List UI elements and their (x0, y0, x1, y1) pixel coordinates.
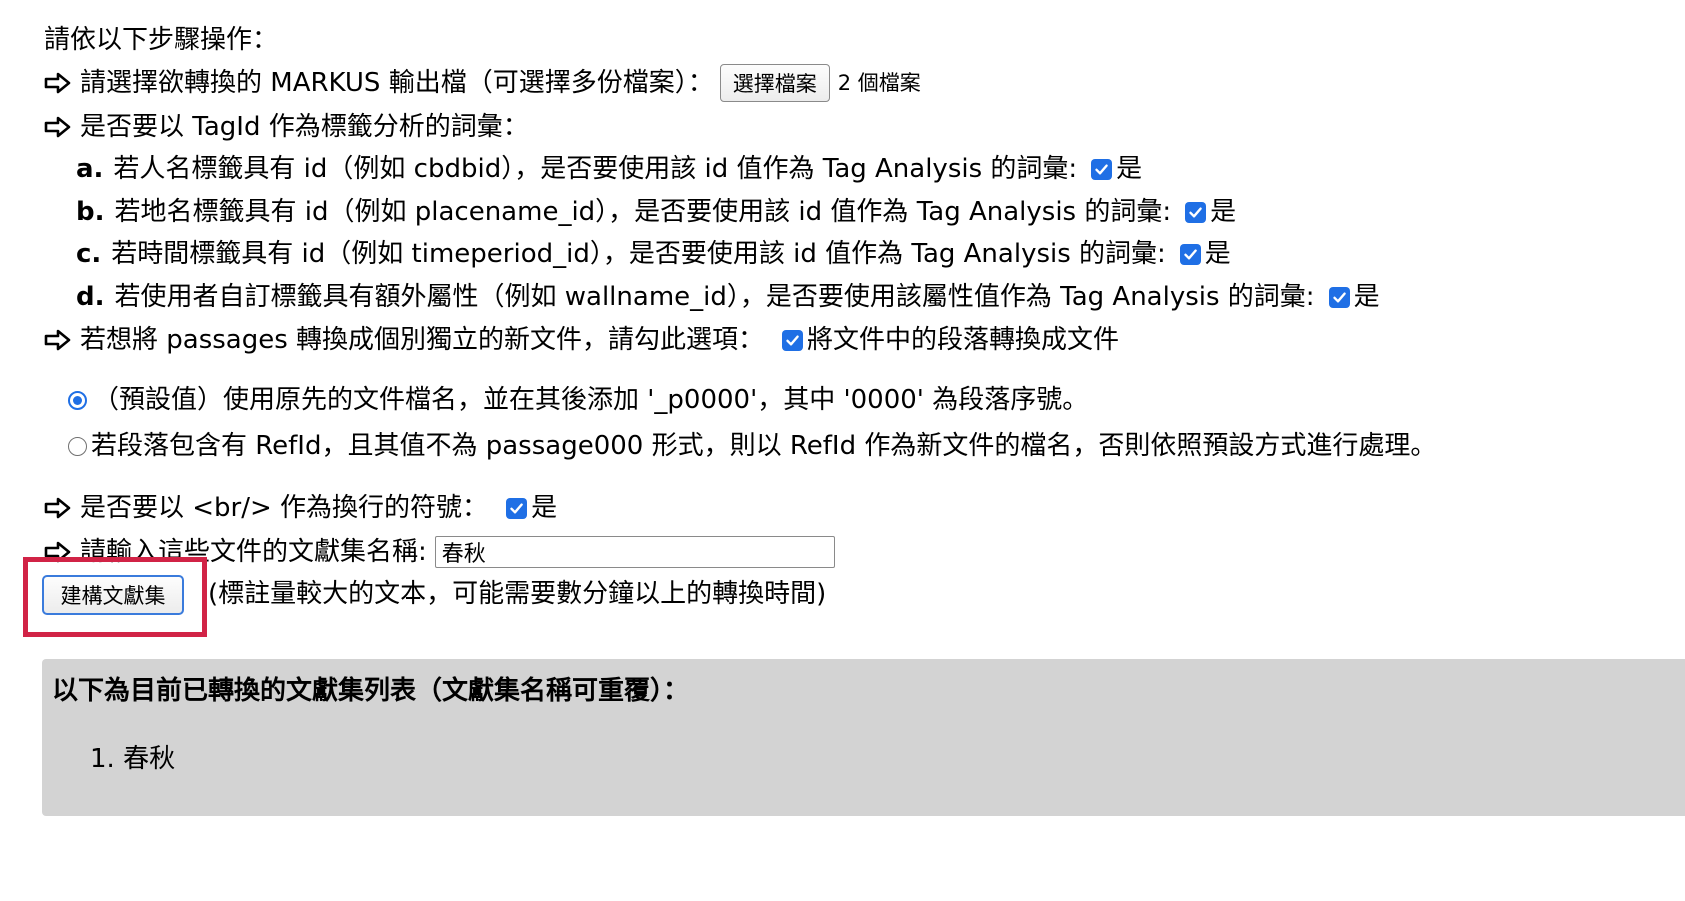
tagid-c-checkbox[interactable] (1179, 243, 1201, 265)
collection-name-input[interactable] (434, 536, 835, 568)
passages-label: 若想將 passages 轉換成個別獨立的新文件，請勾此選項： (80, 325, 765, 355)
choose-files-button[interactable]: 選擇檔案 (719, 64, 830, 102)
arrow-right-icon (44, 328, 72, 352)
option-key: b. (76, 197, 105, 227)
br-checkbox-label: 是 (531, 493, 558, 523)
instructions-heading-text: 請依以下步驟操作： (44, 25, 279, 55)
collection-list: 1. 春秋 (90, 741, 175, 777)
step-collection-name: 請輸入這些文件的文獻集名稱: (44, 534, 835, 570)
option-text: 若地名標籤具有 id（例如 placename_id），是否要使用該 id 值作… (114, 197, 1172, 227)
option-text: 若時間標籤具有 id（例如 timeperiod_id），是否要使用該 id 值… (111, 239, 1166, 269)
step-tagid: 是否要以 TagId 作為標籤分析的詞彙： (44, 109, 529, 145)
passages-checkbox[interactable] (782, 329, 804, 351)
checkbox-label: 是 (1116, 154, 1143, 184)
tagid-a-checkbox[interactable] (1091, 158, 1113, 180)
naming-option-text: （預設值）使用原先的文件檔名，並在其後添加 '_p0000'，其中 '0000'… (93, 385, 1089, 415)
step-br: 是否要以 <br/> 作為換行的符號： 是 (44, 490, 557, 526)
tagid-label: 是否要以 TagId 作為標籤分析的詞彙： (80, 112, 529, 142)
collection-list-title: 以下為目前已轉換的文獻集列表（文獻集名稱可重覆）： (52, 676, 690, 706)
br-label: 是否要以 <br/> 作為換行的符號： (80, 493, 489, 523)
naming-refid-radio[interactable] (68, 436, 87, 456)
checkbox-label: 是 (1204, 239, 1231, 269)
tagid-b-checkbox[interactable] (1185, 201, 1207, 223)
arrow-right-icon (44, 71, 72, 95)
naming-option-refid: 若段落包含有 RefId，且其值不為 passage000 形式，則以 RefI… (68, 428, 1436, 464)
naming-default-radio[interactable] (68, 390, 87, 410)
step-passages: 若想將 passages 轉換成個別獨立的新文件，請勾此選項： 將文件中的段落轉… (44, 322, 1119, 358)
br-checkbox[interactable] (506, 497, 528, 519)
build-note: (標註量較大的文本，可能需要數分鐘以上的轉換時間) (208, 579, 827, 609)
arrow-right-icon (44, 540, 72, 564)
collection-list-panel: 以下為目前已轉換的文獻集列表（文獻集名稱可重覆）： 1. 春秋 (42, 659, 1685, 816)
checkbox-label: 是 (1210, 197, 1237, 227)
arrow-right-icon (44, 496, 72, 520)
option-key: c. (76, 239, 102, 269)
collection-name-label: 請輸入這些文件的文獻集名稱: (80, 537, 427, 567)
checkbox-label: 是 (1353, 282, 1380, 312)
file-select-label: 請選擇欲轉換的 MARKUS 輸出檔（可選擇多份檔案）： (80, 68, 714, 98)
naming-option-text: 若段落包含有 RefId，且其值不為 passage000 形式，則以 RefI… (91, 431, 1437, 461)
naming-option-default: （預設值）使用原先的文件檔名，並在其後添加 '_p0000'，其中 '0000'… (68, 382, 1088, 418)
tagid-option-d: d. 若使用者自訂標籤具有額外屬性（例如 wallname_id），是否要使用該… (76, 279, 1380, 315)
list-item[interactable]: 1. 春秋 (90, 741, 175, 777)
tagid-option-c: c. 若時間標籤具有 id（例如 timeperiod_id），是否要使用該 i… (76, 236, 1231, 272)
passages-checkbox-label: 將文件中的段落轉換成文件 (807, 325, 1120, 355)
step-file-select: 請選擇欲轉換的 MARKUS 輸出檔（可選擇多份檔案）： 選擇檔案 2 個檔案 (44, 64, 921, 102)
tagid-d-checkbox[interactable] (1328, 286, 1350, 308)
file-count-text: 2 個檔案 (837, 71, 921, 95)
build-collection-button[interactable]: 建構文獻集 (42, 575, 184, 615)
option-key: d. (76, 282, 105, 312)
option-key: a. (76, 154, 104, 184)
option-text: 若人名標籤具有 id（例如 cbdbid），是否要使用該 id 值作為 Tag … (113, 154, 1078, 184)
tagid-option-a: a. 若人名標籤具有 id（例如 cbdbid），是否要使用該 id 值作為 T… (76, 151, 1142, 187)
markus-conversion-page: 請依以下步驟操作： 請選擇欲轉換的 MARKUS 輸出檔（可選擇多份檔案）： 選… (0, 0, 1685, 901)
option-text: 若使用者自訂標籤具有額外屬性（例如 wallname_id），是否要使用該屬性值… (114, 282, 1315, 312)
instructions-heading: 請依以下步驟操作： (44, 22, 278, 58)
tagid-option-b: b. 若地名標籤具有 id（例如 placename_id），是否要使用該 id… (76, 194, 1236, 230)
arrow-right-icon (44, 115, 72, 139)
